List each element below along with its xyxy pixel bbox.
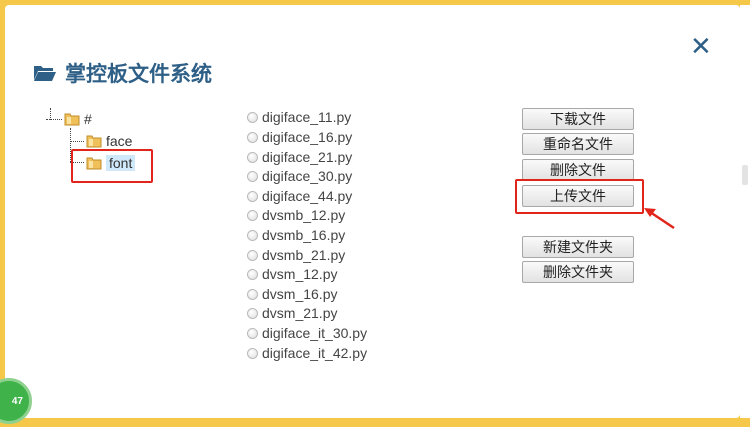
radio-button[interactable]: [247, 209, 258, 221]
close-button[interactable]: ✕: [690, 34, 712, 60]
file-item[interactable]: digiface_30.py: [247, 168, 352, 184]
file-item[interactable]: dvsmb_16.py: [247, 227, 345, 243]
file-item[interactable]: digiface_11.py: [247, 109, 351, 125]
folder-icon: [64, 113, 80, 126]
file-name: digiface_16.py: [262, 129, 353, 145]
tree-node-root[interactable]: #: [64, 111, 92, 127]
radio-button[interactable]: [247, 170, 258, 182]
file-name: dvsmb_21.py: [262, 247, 346, 263]
rename-file-button[interactable]: 重命名文件: [522, 133, 634, 155]
tree-node-label: #: [84, 111, 92, 127]
file-name: digiface_it_42.py: [262, 345, 368, 361]
radio-button[interactable]: [247, 190, 258, 202]
radio-button[interactable]: [247, 288, 258, 300]
file-name: dvsm_12.py: [262, 266, 338, 282]
file-item[interactable]: dvsm_21.py: [247, 305, 337, 321]
delete-folder-button[interactable]: 删除文件夹: [522, 261, 634, 283]
scrollbar[interactable]: [740, 5, 750, 418]
file-item[interactable]: digiface_21.py: [247, 149, 352, 165]
delete-file-button[interactable]: 删除文件: [522, 159, 634, 181]
red-arrow-icon: [644, 208, 675, 230]
folder-icon: [86, 135, 102, 148]
file-name: digiface_30.py: [262, 168, 353, 184]
file-name: dvsmb_16.py: [262, 227, 346, 243]
folder-open-icon: [34, 66, 56, 81]
file-name: digiface_21.py: [262, 149, 353, 165]
file-name: dvsm_16.py: [262, 286, 338, 302]
download-file-button[interactable]: 下载文件: [522, 108, 634, 130]
radio-button[interactable]: [247, 347, 258, 359]
highlight-box-font: [71, 149, 153, 183]
radio-button[interactable]: [247, 268, 258, 280]
radio-button[interactable]: [247, 327, 258, 339]
file-name: digiface_44.py: [262, 188, 353, 204]
radio-button[interactable]: [247, 151, 258, 163]
file-item[interactable]: digiface_16.py: [247, 129, 352, 145]
dialog-title: 掌控板文件系统: [33, 58, 212, 88]
radio-button[interactable]: [247, 229, 258, 241]
radio-button[interactable]: [247, 307, 258, 319]
tree-node-face[interactable]: face: [86, 133, 132, 149]
file-name: digiface_it_30.py: [262, 325, 368, 341]
file-name: dvsmb_12.py: [262, 207, 346, 223]
radio-button[interactable]: [247, 131, 258, 143]
file-item[interactable]: digiface_it_42.py: [247, 345, 367, 361]
radio-button[interactable]: [247, 249, 258, 261]
file-item[interactable]: dvsm_12.py: [247, 266, 337, 282]
file-item[interactable]: dvsm_16.py: [247, 286, 337, 302]
dialog-title-text: 掌控板文件系统: [65, 63, 212, 86]
tree-node-label: face: [106, 133, 133, 149]
file-name: dvsm_21.py: [262, 305, 338, 321]
scrollbar-thumb[interactable]: [742, 165, 748, 185]
radio-button[interactable]: [247, 111, 258, 123]
file-item[interactable]: digiface_it_30.py: [247, 325, 367, 341]
file-name: digiface_11.py: [262, 109, 352, 125]
file-item[interactable]: dvsmb_21.py: [247, 247, 345, 263]
highlight-box-upload: [515, 179, 644, 214]
file-item[interactable]: digiface_44.py: [247, 188, 352, 204]
new-folder-button[interactable]: 新建文件夹: [522, 236, 634, 258]
file-item[interactable]: dvsmb_12.py: [247, 207, 345, 223]
